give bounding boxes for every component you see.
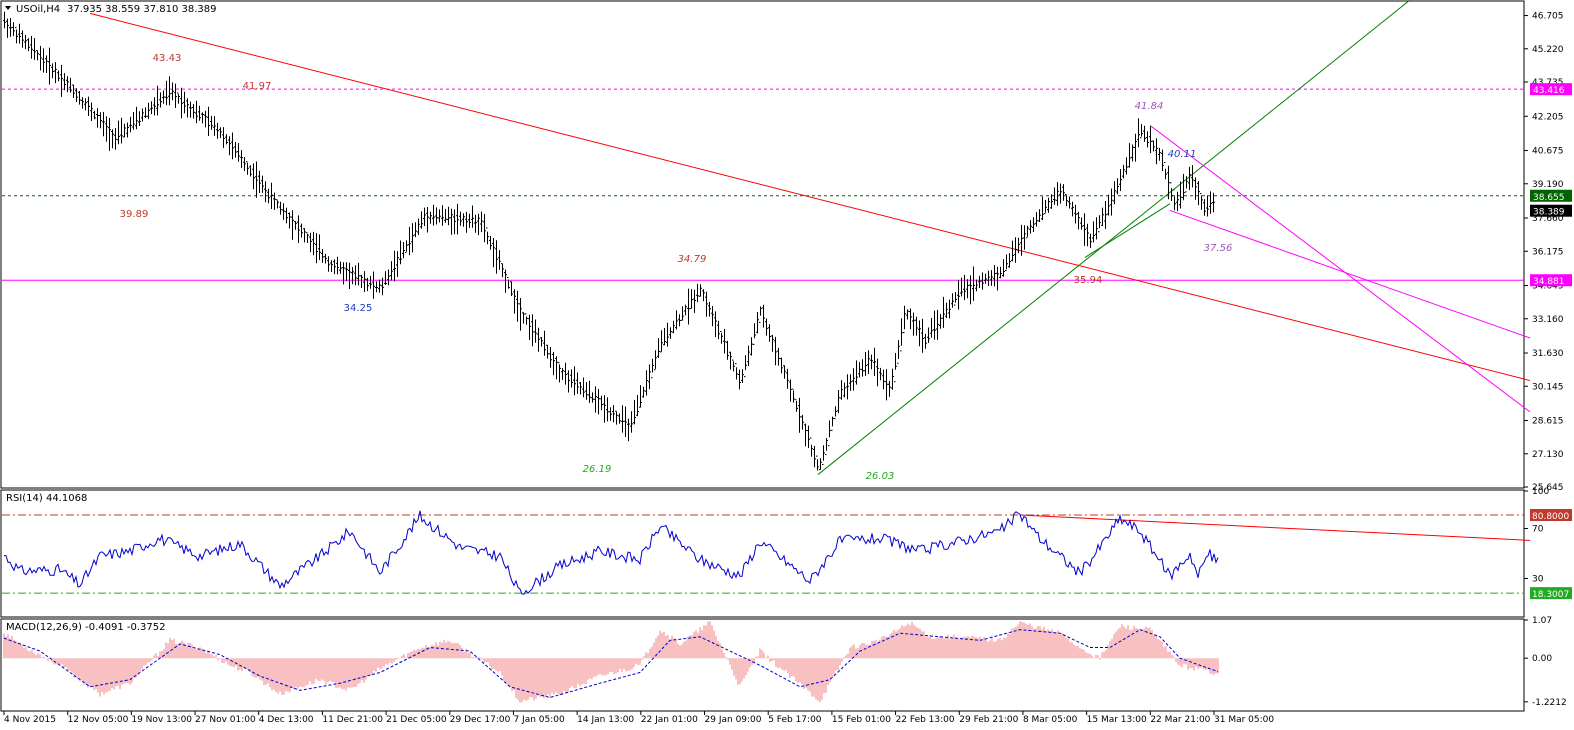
time-axis-label: 7 Jan 05:00 (513, 715, 565, 725)
macd-title: MACD(12,26,9) -0.4091 -0.3752 (6, 622, 166, 633)
price-axis-label: 42.205 (1532, 112, 1564, 122)
time-axis-label: 4 Nov 2015 (4, 715, 56, 725)
time-axis-label: 5 Feb 17:00 (768, 715, 822, 725)
price-axis-label: 30.145 (1532, 382, 1564, 392)
chart-title: USOil,H4 (16, 4, 60, 15)
price-annotation: 40.11 (1168, 149, 1197, 160)
price-annotation: 41.97 (243, 81, 272, 92)
price-axis-label: 27.130 (1532, 450, 1564, 460)
price-axis-label: 39.190 (1532, 180, 1564, 190)
rsi-axis-label: 30 (1532, 575, 1544, 585)
price-axis-label: 40.675 (1532, 147, 1564, 157)
time-axis-label: 21 Dec 05:00 (386, 715, 447, 725)
price-axis-label: 36.175 (1532, 247, 1564, 257)
time-axis-label: 19 Nov 13:00 (131, 715, 192, 725)
price-tag: 38.389 (1533, 208, 1565, 218)
time-axis-label: 15 Feb 01:00 (832, 715, 891, 725)
time-axis-label: 27 Nov 01:00 (195, 715, 256, 725)
price-annotation: 26.19 (583, 464, 612, 475)
chart-canvas: 43.43 41.97 39.89 34.25 34.79 26.19 26.03 35.94… (0, 0, 1574, 730)
time-axis-label: 12 Nov 05:00 (68, 715, 129, 725)
price-annotation: 41.84 (1135, 101, 1164, 112)
macd-axis-label: 1.07 (1532, 616, 1552, 626)
rsi-axis-label: 100 (1532, 487, 1549, 497)
price-axis-label: 31.630 (1532, 349, 1564, 359)
time-axis-label: 8 Mar 05:00 (1023, 715, 1078, 725)
time-axis-label: 29 Dec 17:00 (450, 715, 511, 725)
price-axis-label: 28.615 (1532, 417, 1564, 427)
rsi-level-label: 18.3007 (1532, 590, 1569, 600)
price-annotation: 43.43 (153, 53, 182, 64)
price-annotation: 34.79 (678, 254, 707, 265)
time-axis-label: 29 Jan 09:00 (705, 715, 762, 725)
time-axis-label: 15 Mar 13:00 (1087, 715, 1147, 725)
time-axis-label: 22 Mar 21:00 (1150, 715, 1210, 725)
rsi-level-label: 80.8000 (1532, 512, 1569, 522)
price-annotation: 39.89 (120, 209, 149, 220)
time-axis-label: 11 Dec 21:00 (322, 715, 383, 725)
price-axis-label: 46.705 (1532, 12, 1564, 22)
rsi-axis-label: 70 (1532, 525, 1544, 535)
price-tag: 43.416 (1533, 86, 1565, 96)
price-axis-label: 33.160 (1532, 315, 1564, 325)
time-axis-label: 29 Feb 21:00 (959, 715, 1018, 725)
price-tag: 38.655 (1533, 193, 1565, 203)
macd-axis-label: 0.00 (1532, 654, 1552, 664)
price-tag: 34.881 (1533, 277, 1565, 287)
time-axis-label: 22 Jan 01:00 (641, 715, 698, 725)
rsi-title: RSI(14) 44.1068 (6, 493, 87, 504)
price-annotation: 37.56 (1204, 243, 1233, 254)
price-annotation: 34.25 (344, 303, 373, 314)
ohlc-readout: 37.935 38.559 37.810 38.389 (67, 4, 217, 15)
time-axis-label: 14 Jan 13:00 (577, 715, 634, 725)
price-annotation: 35.94 (1074, 275, 1103, 286)
price-axis-label: 45.220 (1532, 45, 1564, 55)
time-axis-label: 31 Mar 05:00 (1214, 715, 1274, 725)
macd-axis-label: -1.2212 (1532, 698, 1567, 708)
time-axis-label: 22 Feb 13:00 (896, 715, 955, 725)
time-axis-label: 4 Dec 13:00 (259, 715, 314, 725)
price-annotation: 26.03 (866, 471, 895, 482)
